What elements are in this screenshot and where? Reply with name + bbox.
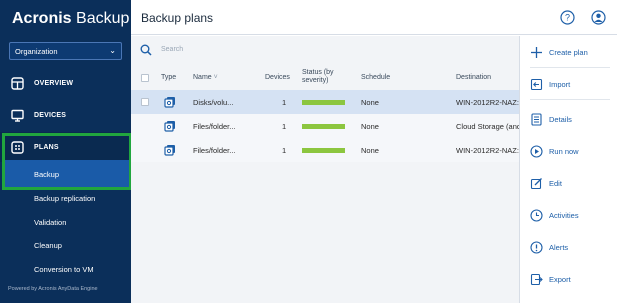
column-devices[interactable]: Devices (265, 74, 290, 81)
powered-by-text: Powered by Acronis AnyData Engine (8, 286, 98, 292)
search-bar[interactable]: Search (131, 36, 519, 64)
actions-panel: Create plan Import Details Run now Edit (519, 36, 617, 303)
sub-item-validation[interactable]: Validation (34, 218, 66, 227)
row-devices: 1 (282, 122, 287, 131)
sub-item-cleanup[interactable]: Cleanup (34, 241, 62, 250)
sort-indicator-icon: ˅ (213, 74, 218, 81)
details-label: Details (549, 114, 572, 124)
alerts-label: Alerts (549, 242, 569, 252)
row-status-bar (302, 148, 345, 153)
backup-plan-icon (164, 145, 175, 156)
app-logo: Acronis Backup (12, 10, 130, 27)
row-destination: WIN-2012R2-NAZ: C (456, 146, 519, 155)
edit-icon (530, 177, 542, 189)
column-status[interactable]: Status (by severity) (302, 69, 352, 85)
clock-icon (530, 208, 543, 222)
activities-button[interactable]: Activities (520, 199, 617, 231)
user-icon[interactable] (591, 10, 606, 25)
column-type[interactable]: Type (161, 74, 176, 81)
row-checkbox[interactable] (141, 98, 149, 106)
nav-item-devices-label: DEVICES (34, 111, 67, 119)
page-title: Backup plans (141, 11, 214, 25)
create-plan-button[interactable]: Create plan (520, 36, 617, 68)
table-header: Type Name ˅ Devices Status (by severity)… (131, 64, 519, 90)
column-name-label: Name (193, 74, 212, 81)
run-now-label: Run now (549, 146, 579, 156)
row-schedule: None (361, 98, 379, 107)
svg-text:?: ? (565, 13, 570, 23)
export-label: Export (549, 274, 571, 284)
row-devices: 1 (282, 146, 287, 155)
table-row[interactable]: Files/folder... 1 None Cloud Storage (an… (131, 114, 519, 138)
organization-select-value: Organization (15, 47, 58, 56)
play-icon (530, 144, 543, 158)
import-label: Import (549, 79, 571, 89)
nav-item-overview-label: OVERVIEW (34, 79, 74, 87)
dashboard-icon (11, 76, 24, 90)
sidebar: Acronis Backup Organization ⌄ OVERVIEW D… (0, 0, 132, 303)
select-all-checkbox[interactable] (141, 74, 149, 82)
monitor-icon (11, 109, 24, 122)
row-devices: 1 (282, 98, 287, 107)
details-button[interactable]: Details (520, 103, 617, 135)
plus-icon (531, 46, 542, 58)
table-row[interactable]: Files/folder... 1 None WIN-2012R2-NAZ: C (131, 138, 519, 162)
sub-item-backup-replication[interactable]: Backup replication (34, 194, 95, 203)
backup-plan-icon (164, 97, 175, 108)
row-schedule: None (361, 146, 379, 155)
row-status-bar (302, 100, 345, 105)
row-destination: WIN-2012R2-NAZ: C (456, 98, 519, 107)
row-schedule: None (361, 122, 379, 131)
sub-item-conversion-to-vm[interactable]: Conversion to VM (34, 265, 94, 274)
page-header: Backup plans ? (131, 0, 617, 35)
run-now-button[interactable]: Run now (520, 135, 617, 167)
highlight-frame (2, 133, 132, 190)
activities-label: Activities (549, 210, 579, 220)
row-name: Disks/volu... (193, 98, 234, 107)
search-input[interactable]: Search (161, 46, 183, 53)
backup-plan-icon (164, 121, 175, 132)
create-plan-label: Create plan (549, 47, 588, 57)
row-destination: Cloud Storage (and (456, 122, 519, 131)
row-name: Files/folder... (193, 122, 236, 131)
edit-label: Edit (549, 178, 562, 188)
nav-item-devices[interactable]: DEVICES (0, 100, 131, 130)
help-icon[interactable]: ? (560, 10, 575, 25)
column-destination[interactable]: Destination (456, 74, 491, 81)
edit-button[interactable]: Edit (520, 167, 617, 199)
export-icon (530, 273, 543, 285)
chevron-down-icon: ⌄ (109, 46, 116, 55)
details-icon (531, 112, 542, 126)
nav-item-overview[interactable]: OVERVIEW (0, 68, 131, 98)
column-name[interactable]: Name ˅ (193, 74, 218, 81)
column-schedule[interactable]: Schedule (361, 74, 390, 81)
import-button[interactable]: Import (520, 68, 617, 100)
search-icon (140, 44, 152, 56)
row-status-bar (302, 124, 345, 129)
table-row[interactable]: Disks/volu... 1 None WIN-2012R2-NAZ: C (131, 90, 519, 114)
alerts-button[interactable]: Alerts (520, 231, 617, 263)
alert-icon (530, 240, 543, 254)
export-button[interactable]: Export (520, 263, 617, 295)
divider (530, 99, 610, 100)
import-icon (530, 78, 543, 90)
organization-select[interactable]: Organization ⌄ (9, 42, 122, 60)
plans-list-area: Search Type Name ˅ Devices Status (by se… (131, 36, 519, 303)
row-name: Files/folder... (193, 146, 236, 155)
